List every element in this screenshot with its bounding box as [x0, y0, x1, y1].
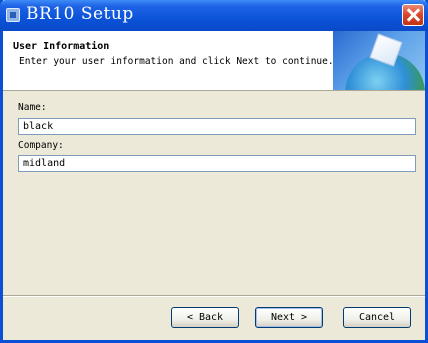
banner-graphic [333, 31, 425, 90]
wizard-header: User Information Enter your user informa… [3, 31, 425, 91]
name-label: Name: [18, 102, 47, 113]
back-button[interactable]: < Back [171, 307, 239, 328]
company-field[interactable]: midland [18, 155, 416, 172]
button-divider [3, 295, 425, 297]
page-title: User Information [13, 41, 110, 52]
name-field[interactable]: black [18, 118, 416, 135]
title-bar[interactable]: BR10 Setup [0, 0, 428, 31]
cancel-button[interactable]: Cancel [343, 307, 411, 328]
company-label: Company: [18, 140, 64, 151]
setup-window: BR10 Setup User Information Enter your u… [0, 0, 428, 343]
window-title: BR10 Setup [26, 4, 134, 24]
app-icon [6, 8, 20, 22]
page-subtitle: Enter your user information and click Ne… [19, 56, 334, 67]
next-button[interactable]: Next > [255, 307, 323, 328]
close-button[interactable] [402, 4, 424, 26]
